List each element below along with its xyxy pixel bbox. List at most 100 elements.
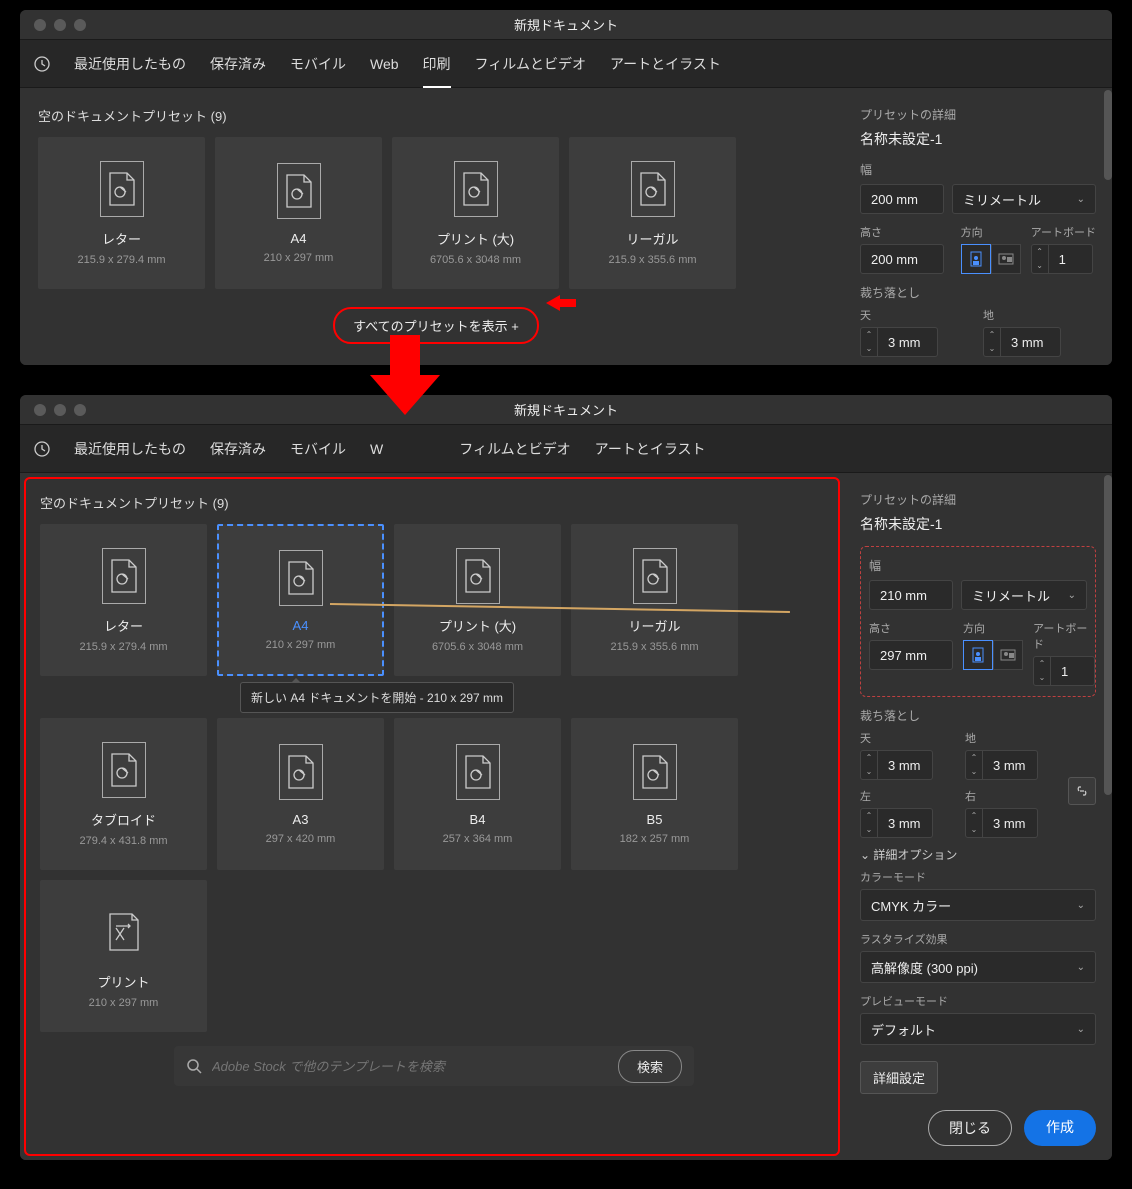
bleed-left-input[interactable]: 3 mm	[878, 808, 933, 838]
bleed-label: 裁ち落とし	[860, 707, 1096, 724]
bleed-right-spinner[interactable]: ⌃⌄	[965, 808, 983, 838]
preset-card[interactable]: タブロイド279.4 x 431.8 mm	[40, 718, 207, 870]
create-button[interactable]: 作成	[1024, 1110, 1096, 1146]
stock-search: 検索	[174, 1046, 694, 1086]
document-icon	[461, 170, 491, 208]
minimize-window-icon[interactable]	[54, 404, 66, 416]
tab-print[interactable]: 印刷	[423, 40, 451, 88]
preset-card[interactable]: B4257 x 364 mm	[394, 718, 561, 870]
preset-card[interactable]: プリント (大)6705.6 x 3048 mm	[394, 524, 561, 676]
height-input[interactable]: 297 mm	[869, 640, 953, 670]
artboard-label: アートボード	[1033, 620, 1095, 652]
bleed-top-spinner[interactable]: ⌃⌄	[860, 327, 878, 357]
preset-name: プリント (大)	[439, 616, 516, 635]
preset-size: 297 x 420 mm	[266, 833, 336, 845]
preset-size: 215.9 x 279.4 mm	[77, 254, 165, 266]
color-mode-select[interactable]: CMYK カラー⌄	[860, 889, 1096, 921]
tab-recent[interactable]: 最近使用したもの	[74, 425, 186, 473]
orientation-portrait-button[interactable]	[963, 640, 993, 670]
raster-select[interactable]: 高解像度 (300 ppi)⌄	[860, 951, 1096, 983]
preset-name: B4	[470, 812, 486, 827]
raster-label: ラスタライズ効果	[860, 931, 1096, 947]
preset-card[interactable]: リーガル215.9 x 355.6 mm	[571, 524, 738, 676]
preset-scrollbar[interactable]	[1104, 88, 1112, 365]
preset-name-field[interactable]: 名称未設定-1	[860, 129, 1096, 149]
preset-size: 210 x 297 mm	[264, 252, 334, 264]
preset-card[interactable]: レター215.9 x 279.4 mm	[40, 524, 207, 676]
preset-name: レター	[104, 616, 143, 635]
artboard-count-input[interactable]: 1	[1049, 244, 1093, 274]
bleed-bottom-input[interactable]: 3 mm	[1001, 327, 1061, 357]
tab-film[interactable]: フィルムとビデオ	[475, 40, 586, 88]
bleed-top-label: 天	[860, 730, 955, 746]
stock-search-button[interactable]: 検索	[618, 1050, 682, 1083]
artboard-count-input[interactable]: 1	[1051, 656, 1095, 686]
unit-select[interactable]: ミリメートル⌄	[952, 184, 1096, 214]
tab-web[interactable]: Web	[370, 42, 399, 86]
artboard-spinner[interactable]: ⌃⌄	[1031, 244, 1049, 274]
bleed-top-label: 天	[860, 307, 973, 323]
preset-name-field[interactable]: 名称未設定-1	[860, 514, 1096, 534]
bleed-right-input[interactable]: 3 mm	[983, 808, 1038, 838]
bleed-top-spinner[interactable]: ⌃⌄	[860, 750, 878, 780]
advanced-options-toggle[interactable]: ⌄ 詳細オプション	[860, 846, 1096, 863]
document-icon	[463, 753, 493, 791]
preset-card[interactable]: プリント (大)6705.6 x 3048 mm	[392, 137, 559, 289]
artboard-spinner[interactable]: ⌃⌄	[1033, 656, 1051, 686]
document-icon	[286, 559, 316, 597]
bleed-bottom-spinner[interactable]: ⌃⌄	[965, 750, 983, 780]
annotation-highlight-box: 幅 210 mm ミリメートル⌄ 高さ 297 mm 方向	[860, 546, 1096, 697]
width-input[interactable]: 200 mm	[860, 184, 944, 214]
preset-card[interactable]: プリント210 x 297 mm	[40, 880, 207, 1032]
minimize-window-icon[interactable]	[54, 19, 66, 31]
preset-card[interactable]: リーガル215.9 x 355.6 mm	[569, 137, 736, 289]
link-bleed-button[interactable]	[1068, 777, 1096, 805]
orientation-portrait-button[interactable]	[961, 244, 991, 274]
preset-card[interactable]: A4210 x 297 mm	[215, 137, 382, 289]
close-button[interactable]: 閉じる	[928, 1110, 1012, 1146]
color-mode-label: カラーモード	[860, 869, 1096, 885]
tab-art[interactable]: アートとイラスト	[610, 40, 721, 88]
maximize-window-icon[interactable]	[74, 404, 86, 416]
tab-recent[interactable]: 最近使用したもの	[74, 40, 186, 88]
detailed-settings-button[interactable]: 詳細設定	[860, 1061, 938, 1094]
preset-size: 210 x 297 mm	[266, 639, 336, 651]
bleed-bottom-spinner[interactable]: ⌃⌄	[983, 327, 1001, 357]
preset-card[interactable]: A4210 x 297 mm	[217, 524, 384, 676]
width-input[interactable]: 210 mm	[869, 580, 953, 610]
preset-name: レター	[102, 229, 141, 248]
preset-section-title: 空のドキュメントプリセット (9)	[38, 106, 834, 125]
preset-size: 6705.6 x 3048 mm	[430, 254, 521, 266]
tab-mobile[interactable]: モバイル	[290, 425, 346, 473]
maximize-window-icon[interactable]	[74, 19, 86, 31]
unit-select[interactable]: ミリメートル⌄	[961, 580, 1087, 610]
bleed-bottom-input[interactable]: 3 mm	[983, 750, 1038, 780]
bleed-top-input[interactable]: 3 mm	[878, 750, 933, 780]
orientation-landscape-button[interactable]	[993, 640, 1023, 670]
preset-card[interactable]: レター 215.9 x 279.4 mm	[38, 137, 205, 289]
preset-scrollbar[interactable]	[1104, 473, 1112, 1160]
close-window-icon[interactable]	[34, 404, 46, 416]
height-input[interactable]: 200 mm	[860, 244, 944, 274]
tab-film[interactable]: フィルムとビデオ	[459, 425, 570, 473]
new-document-dialog-expanded: 新規ドキュメント 最近使用したもの 保存済み モバイル W 印刷 フィルムとビデ…	[20, 395, 1112, 1160]
close-window-icon[interactable]	[34, 19, 46, 31]
preset-size: 279.4 x 431.8 mm	[79, 835, 167, 847]
preview-mode-select[interactable]: デフォルト⌄	[860, 1013, 1096, 1045]
titlebar: 新規ドキュメント	[20, 395, 1112, 425]
preset-card[interactable]: B5182 x 257 mm	[571, 718, 738, 870]
tab-saved[interactable]: 保存済み	[210, 40, 266, 88]
orientation-landscape-button[interactable]	[991, 244, 1021, 274]
bleed-top-input[interactable]: 3 mm	[878, 327, 938, 357]
tab-mobile[interactable]: モバイル	[290, 40, 346, 88]
print-document-icon	[106, 910, 142, 954]
tab-web[interactable]: W	[370, 427, 383, 471]
bleed-left-spinner[interactable]: ⌃⌄	[860, 808, 878, 838]
preset-card[interactable]: A3297 x 420 mm	[217, 718, 384, 870]
stock-search-input[interactable]	[212, 1059, 608, 1074]
preset-name: プリント	[97, 972, 149, 991]
tab-art[interactable]: アートとイラスト	[595, 425, 706, 473]
bleed-right-label: 右	[965, 788, 1060, 804]
annotation-arrow-icon	[546, 293, 576, 313]
tab-saved[interactable]: 保存済み	[210, 425, 266, 473]
